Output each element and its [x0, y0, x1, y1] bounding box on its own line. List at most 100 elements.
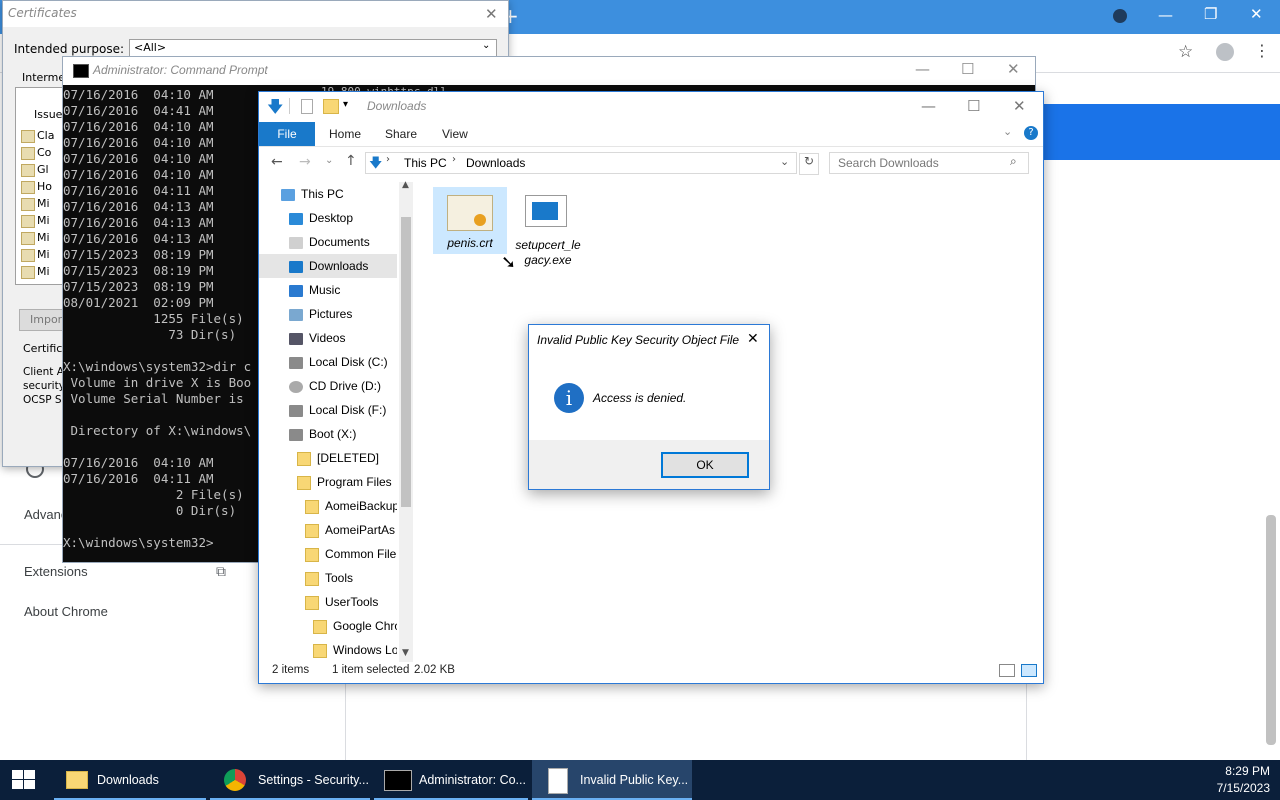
folder-icon: [66, 771, 88, 789]
chrome-close-button[interactable]: ✕: [1250, 5, 1263, 23]
certificate-row[interactable]: Mi: [21, 197, 50, 213]
start-button[interactable]: [12, 770, 36, 790]
certificate-row[interactable]: Cla: [21, 129, 54, 145]
help-icon[interactable]: ?: [1024, 126, 1038, 140]
ok-button[interactable]: OK: [661, 452, 749, 478]
cmd-line: Volume in drive X is Boo: [63, 375, 252, 390]
certificate-row[interactable]: Mi: [21, 265, 50, 281]
system-clock[interactable]: 8:29 PM 7/15/2023: [1200, 763, 1270, 797]
up-arrow-icon[interactable]: ↑: [345, 153, 357, 169]
tab-share[interactable]: Share: [385, 127, 417, 141]
address-bar[interactable]: 🡇 › This PC › Downloads ⌄: [365, 152, 797, 174]
nav-item[interactable]: Music: [259, 278, 397, 302]
details-view-icon[interactable]: [999, 664, 1015, 677]
nav-item[interactable]: Documents: [259, 230, 397, 254]
search-input[interactable]: Search Downloads ⌕: [829, 152, 1029, 174]
explorer-titlebar[interactable]: 🡇 ▾ Downloads — ☐ ✕: [259, 92, 1043, 122]
taskbar-item-cmd[interactable]: Administrator: Co...: [374, 760, 528, 800]
certificate-row[interactable]: Gl: [21, 163, 49, 179]
large-icons-view-icon[interactable]: [1021, 664, 1037, 677]
tab-search-icon[interactable]: [1113, 9, 1127, 23]
nav-item[interactable]: Google Chro: [259, 614, 397, 638]
properties-icon[interactable]: [301, 99, 313, 114]
explorer-close-button[interactable]: ✕: [1013, 97, 1026, 115]
nav-item[interactable]: Common File: [259, 542, 397, 566]
nav-item[interactable]: [DELETED]: [259, 446, 397, 470]
back-arrow-icon[interactable]: ←: [271, 154, 283, 170]
nav-item[interactable]: AomeiBackup: [259, 494, 397, 518]
recent-locations-icon[interactable]: ⌄: [325, 155, 333, 166]
tab-file[interactable]: File: [259, 122, 315, 146]
sidebar-item-extensions[interactable]: Extensions: [24, 564, 88, 579]
profile-avatar-icon[interactable]: [1216, 43, 1234, 61]
cmd-output[interactable]: 07/16/2016 04:10 AM 07/16/2016 04:41 AM 07…: [63, 87, 263, 551]
taskbar-item-downloads[interactable]: Downloads: [54, 760, 206, 800]
refresh-icon[interactable]: ↻: [799, 153, 819, 175]
nav-item[interactable]: Tools: [259, 566, 397, 590]
taskbar-item-chrome[interactable]: Settings - Security...: [210, 760, 370, 800]
nav-item[interactable]: UserTools: [259, 590, 397, 614]
certificate-row[interactable]: Mi: [21, 231, 50, 247]
nav-item[interactable]: Pictures: [259, 302, 397, 326]
certificates-titlebar[interactable]: Certificates ✕: [3, 1, 508, 27]
external-link-icon[interactable]: ⧉: [216, 564, 226, 580]
cmd-close-button[interactable]: ✕: [1007, 60, 1020, 78]
breadcrumb-this-pc[interactable]: This PC: [404, 156, 447, 170]
sidebar-item-advanced[interactable]: Advanc: [24, 507, 67, 522]
nav-item[interactable]: Windows Lo: [259, 638, 397, 662]
nav-item[interactable]: Boot (X:): [259, 422, 397, 446]
cd-icon: [289, 380, 303, 393]
taskbar: Downloads Settings - Security... Adminis…: [0, 760, 1280, 800]
breadcrumb-downloads[interactable]: Downloads: [466, 156, 525, 170]
nav-item[interactable]: Desktop: [259, 206, 397, 230]
chrome-maximize-button[interactable]: ❐: [1204, 5, 1217, 23]
scroll-up-icon[interactable]: ▲: [402, 180, 409, 190]
download-icon: [289, 260, 303, 273]
cmd-titlebar[interactable]: Administrator: Command Prompt — ☐ ✕: [63, 57, 1035, 85]
quick-access-dropdown-icon[interactable]: ▾: [343, 99, 348, 110]
ribbon-expand-icon[interactable]: ⌄: [1003, 125, 1012, 138]
file-item[interactable]: setupcert_le gacy.exe: [511, 187, 585, 267]
new-folder-icon[interactable]: [323, 99, 339, 114]
nav-item-label: Music: [309, 283, 341, 297]
scroll-down-icon[interactable]: ▼: [402, 648, 409, 658]
nav-item[interactable]: Program Files: [259, 470, 397, 494]
chrome-scrollbar[interactable]: [1266, 515, 1276, 745]
explorer-minimize-button[interactable]: —: [921, 97, 936, 115]
chrome-minimize-button[interactable]: —: [1158, 6, 1173, 24]
explorer-maximize-button[interactable]: ☐: [967, 97, 980, 115]
tab-view[interactable]: View: [442, 127, 468, 141]
nav-item[interactable]: Downloads: [259, 254, 397, 278]
certificate-row-label: Mi: [37, 231, 50, 244]
nav-item-label: AomeiBackup: [325, 499, 397, 513]
address-dropdown-icon[interactable]: ⌄: [780, 155, 789, 168]
nav-item[interactable]: This PC: [259, 182, 397, 206]
nav-item[interactable]: Local Disk (F:): [259, 398, 397, 422]
certificate-row[interactable]: Ho: [21, 180, 52, 196]
certificate-seal-icon: [474, 214, 486, 226]
nav-item[interactable]: CD Drive (D:): [259, 374, 397, 398]
cmd-minimize-button[interactable]: —: [915, 60, 930, 78]
forward-arrow-icon[interactable]: →: [299, 154, 311, 170]
nav-item[interactable]: Videos: [259, 326, 397, 350]
taskbar-item-dialog[interactable]: Invalid Public Key...: [532, 760, 692, 800]
bookmark-star-icon[interactable]: ☆: [1178, 42, 1193, 62]
certificates-close-button[interactable]: ✕: [485, 5, 498, 23]
search-icon[interactable]: ⌕: [1010, 154, 1017, 169]
nav-item[interactable]: Local Disk (C:): [259, 350, 397, 374]
sidebar-item-about-chrome[interactable]: About Chrome: [24, 604, 108, 619]
certificate-row[interactable]: Mi: [21, 248, 50, 264]
taskbar-label: Invalid Public Key...: [580, 773, 689, 787]
cmd-line: 07/15/2023 08:19 PM: [63, 279, 214, 294]
certificate-row[interactable]: Co: [21, 146, 51, 162]
file-item-selected[interactable]: penis.crt: [433, 187, 507, 254]
nav-scroll-thumb[interactable]: [401, 217, 411, 507]
chrome-menu-icon[interactable]: ⋮: [1254, 41, 1270, 60]
certificate-row[interactable]: Mi: [21, 214, 50, 230]
nav-item-label: CD Drive (D:): [309, 379, 381, 393]
dialog-close-button[interactable]: ✕: [747, 331, 759, 347]
nav-item[interactable]: AomeiPartAs: [259, 518, 397, 542]
certificate-icon: [21, 197, 35, 211]
cmd-maximize-button[interactable]: ☐: [961, 60, 974, 78]
tab-home[interactable]: Home: [329, 127, 361, 141]
